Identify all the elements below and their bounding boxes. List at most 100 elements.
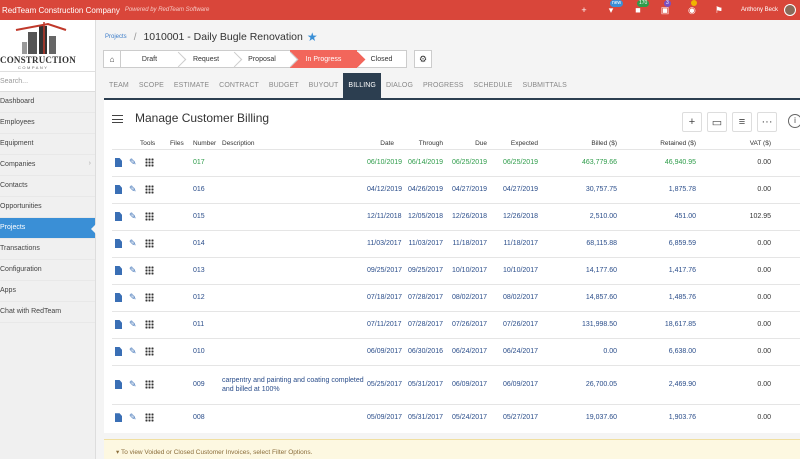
col-date[interactable]: Date bbox=[367, 138, 394, 149]
row-number[interactable]: 010 bbox=[193, 337, 222, 365]
grid-icon[interactable] bbox=[145, 347, 154, 356]
col-expected[interactable]: Expected bbox=[487, 138, 538, 149]
settings-button[interactable]: ⚙ bbox=[414, 50, 432, 68]
doc-icon[interactable] bbox=[115, 347, 122, 356]
sidebar-item-apps[interactable]: Apps bbox=[0, 281, 95, 302]
tab-progress[interactable]: PROGRESS bbox=[418, 73, 468, 98]
sidebar-item-employees[interactable]: Employees bbox=[0, 113, 95, 134]
table-row[interactable]: ✎ 015 12/11/2018 12/05/2018 12/26/2018 12/26/… bbox=[112, 202, 800, 230]
doc-icon[interactable] bbox=[115, 239, 122, 248]
breadcrumb-projects-link[interactable]: Projects bbox=[105, 34, 127, 40]
add-button[interactable]: + bbox=[682, 112, 702, 132]
grid-icon[interactable] bbox=[145, 320, 154, 329]
row-number[interactable]: 008 bbox=[193, 403, 222, 431]
step-draft[interactable]: Draft bbox=[121, 50, 187, 68]
company-name[interactable]: RedTeam Construction Company bbox=[0, 6, 120, 15]
doc-icon[interactable] bbox=[115, 380, 122, 389]
table-row[interactable]: ✎ 014 11/03/2017 11/03/2017 11/18/2017 11/18/… bbox=[112, 229, 800, 257]
sidebar-item-opportunities[interactable]: Opportunities bbox=[0, 197, 95, 218]
tab-budget[interactable]: BUDGET bbox=[264, 73, 304, 98]
row-number[interactable]: 014 bbox=[193, 229, 222, 257]
info-icon[interactable]: i bbox=[788, 114, 800, 128]
grid-icon[interactable] bbox=[145, 212, 154, 221]
doc-icon[interactable] bbox=[115, 266, 122, 275]
row-number[interactable]: 009 bbox=[193, 364, 222, 404]
filter-button[interactable]: ≡ bbox=[732, 112, 752, 132]
grid-icon[interactable] bbox=[145, 380, 154, 389]
col-retained[interactable]: Retained ($) bbox=[617, 138, 696, 149]
pencil-icon[interactable]: ✎ bbox=[129, 293, 138, 302]
pencil-icon[interactable]: ✎ bbox=[129, 185, 138, 194]
pencil-icon[interactable]: ✎ bbox=[129, 158, 138, 167]
table-row[interactable]: ✎ 010 06/09/2017 06/30/2016 06/24/2017 06/24/… bbox=[112, 337, 800, 365]
tab-buyout[interactable]: BUYOUT bbox=[304, 73, 344, 98]
table-row[interactable]: ✎ 008 05/09/2017 05/31/2017 05/24/2017 05/27/… bbox=[112, 403, 800, 431]
doc-icon[interactable] bbox=[115, 158, 122, 167]
col-number[interactable]: Number bbox=[193, 138, 222, 149]
grid-icon[interactable] bbox=[145, 413, 154, 423]
grid-icon[interactable] bbox=[145, 293, 154, 302]
table-row[interactable]: ✎ 016 04/12/2019 04/26/2019 04/27/2019 04/27/… bbox=[112, 175, 800, 203]
monitor-button[interactable]: ▭ bbox=[707, 112, 727, 132]
tab-schedule[interactable]: SCHEDULE bbox=[469, 73, 518, 98]
row-number[interactable]: 011 bbox=[193, 310, 222, 338]
col-description[interactable]: Description bbox=[222, 138, 367, 149]
pencil-icon[interactable]: ✎ bbox=[129, 320, 138, 329]
row-number[interactable]: 016 bbox=[193, 175, 222, 203]
tab-billing[interactable]: BILLING bbox=[343, 73, 381, 98]
messages-icon[interactable]: ▣ 3 bbox=[660, 0, 671, 15]
doc-icon[interactable] bbox=[115, 293, 122, 302]
table-row[interactable]: ✎ 013 09/25/2017 09/25/2017 10/10/2017 10/10/… bbox=[112, 256, 800, 284]
sidebar-item-configuration[interactable]: Configuration bbox=[0, 260, 95, 281]
table-row[interactable]: ✎ 009 carpentry and painting and coating c… bbox=[112, 364, 800, 404]
pencil-icon[interactable]: ✎ bbox=[129, 380, 138, 389]
sidebar-item-dashboard[interactable]: Dashboard bbox=[0, 92, 95, 113]
bell-icon[interactable]: ◉ bbox=[687, 0, 697, 15]
row-number[interactable]: 012 bbox=[193, 283, 222, 311]
doc-icon[interactable] bbox=[115, 212, 122, 221]
col-due[interactable]: Due bbox=[443, 138, 487, 149]
pencil-icon[interactable]: ✎ bbox=[129, 239, 138, 248]
home-button[interactable]: ⌂ bbox=[103, 50, 121, 68]
doc-icon[interactable] bbox=[115, 320, 122, 329]
step-in-progress[interactable]: In Progress bbox=[290, 50, 366, 68]
doc-icon[interactable] bbox=[115, 185, 122, 194]
grid-icon[interactable] bbox=[145, 266, 154, 275]
pencil-icon[interactable]: ✎ bbox=[129, 266, 138, 275]
sidebar-item-contacts[interactable]: Contacts bbox=[0, 176, 95, 197]
company-logo[interactable]: CONSTRUCTION COMPANY bbox=[0, 20, 95, 72]
tab-dialog[interactable]: DIALOG bbox=[381, 73, 418, 98]
table-row[interactable]: ✎ 011 07/11/2017 07/28/2017 07/26/2017 07/26/… bbox=[112, 310, 800, 338]
row-number[interactable]: 017 bbox=[193, 148, 222, 176]
new-item-icon[interactable]: ▾ new bbox=[606, 0, 624, 15]
tab-scope[interactable]: SCOPE bbox=[134, 73, 169, 98]
star-icon[interactable]: ★ bbox=[307, 30, 318, 44]
doc-icon[interactable] bbox=[115, 413, 122, 423]
tab-contract[interactable]: CONTRACT bbox=[214, 73, 264, 98]
pencil-icon[interactable]: ✎ bbox=[129, 347, 138, 356]
row-number[interactable]: 015 bbox=[193, 202, 222, 230]
sidebar-item-companies[interactable]: Companies › bbox=[0, 155, 95, 176]
col-billed[interactable]: Billed ($) bbox=[538, 138, 617, 149]
col-r[interactable]: R bbox=[771, 138, 800, 149]
sidebar-item-projects[interactable]: Projects bbox=[0, 218, 96, 239]
sidebar-item-equipment[interactable]: Equipment bbox=[0, 134, 95, 155]
grid-icon[interactable] bbox=[145, 158, 154, 167]
more-button[interactable]: ··· bbox=[757, 112, 777, 132]
search-input[interactable]: Search... bbox=[0, 72, 95, 92]
user-name[interactable]: Anthony Beck bbox=[741, 7, 778, 13]
tasks-icon[interactable]: ■ 170 bbox=[633, 0, 650, 15]
flag-icon[interactable]: ⚑ bbox=[714, 5, 724, 15]
table-row[interactable]: ✎ 017 06/10/2019 06/14/2019 06/25/2019 06/25/… bbox=[112, 148, 800, 176]
add-icon[interactable]: + bbox=[579, 5, 589, 15]
pencil-icon[interactable]: ✎ bbox=[129, 212, 138, 221]
menu-icon[interactable] bbox=[112, 115, 123, 123]
tab-submittals[interactable]: SUBMITTALS bbox=[517, 73, 571, 98]
col-vat[interactable]: VAT ($) bbox=[696, 138, 771, 149]
row-number[interactable]: 013 bbox=[193, 256, 222, 284]
grid-icon[interactable] bbox=[145, 239, 154, 248]
tab-estimate[interactable]: ESTIMATE bbox=[169, 73, 214, 98]
sidebar-item-chat[interactable]: Chat with RedTeam bbox=[0, 302, 95, 323]
tab-team[interactable]: TEAM bbox=[104, 73, 134, 98]
col-through[interactable]: Through bbox=[394, 138, 443, 149]
